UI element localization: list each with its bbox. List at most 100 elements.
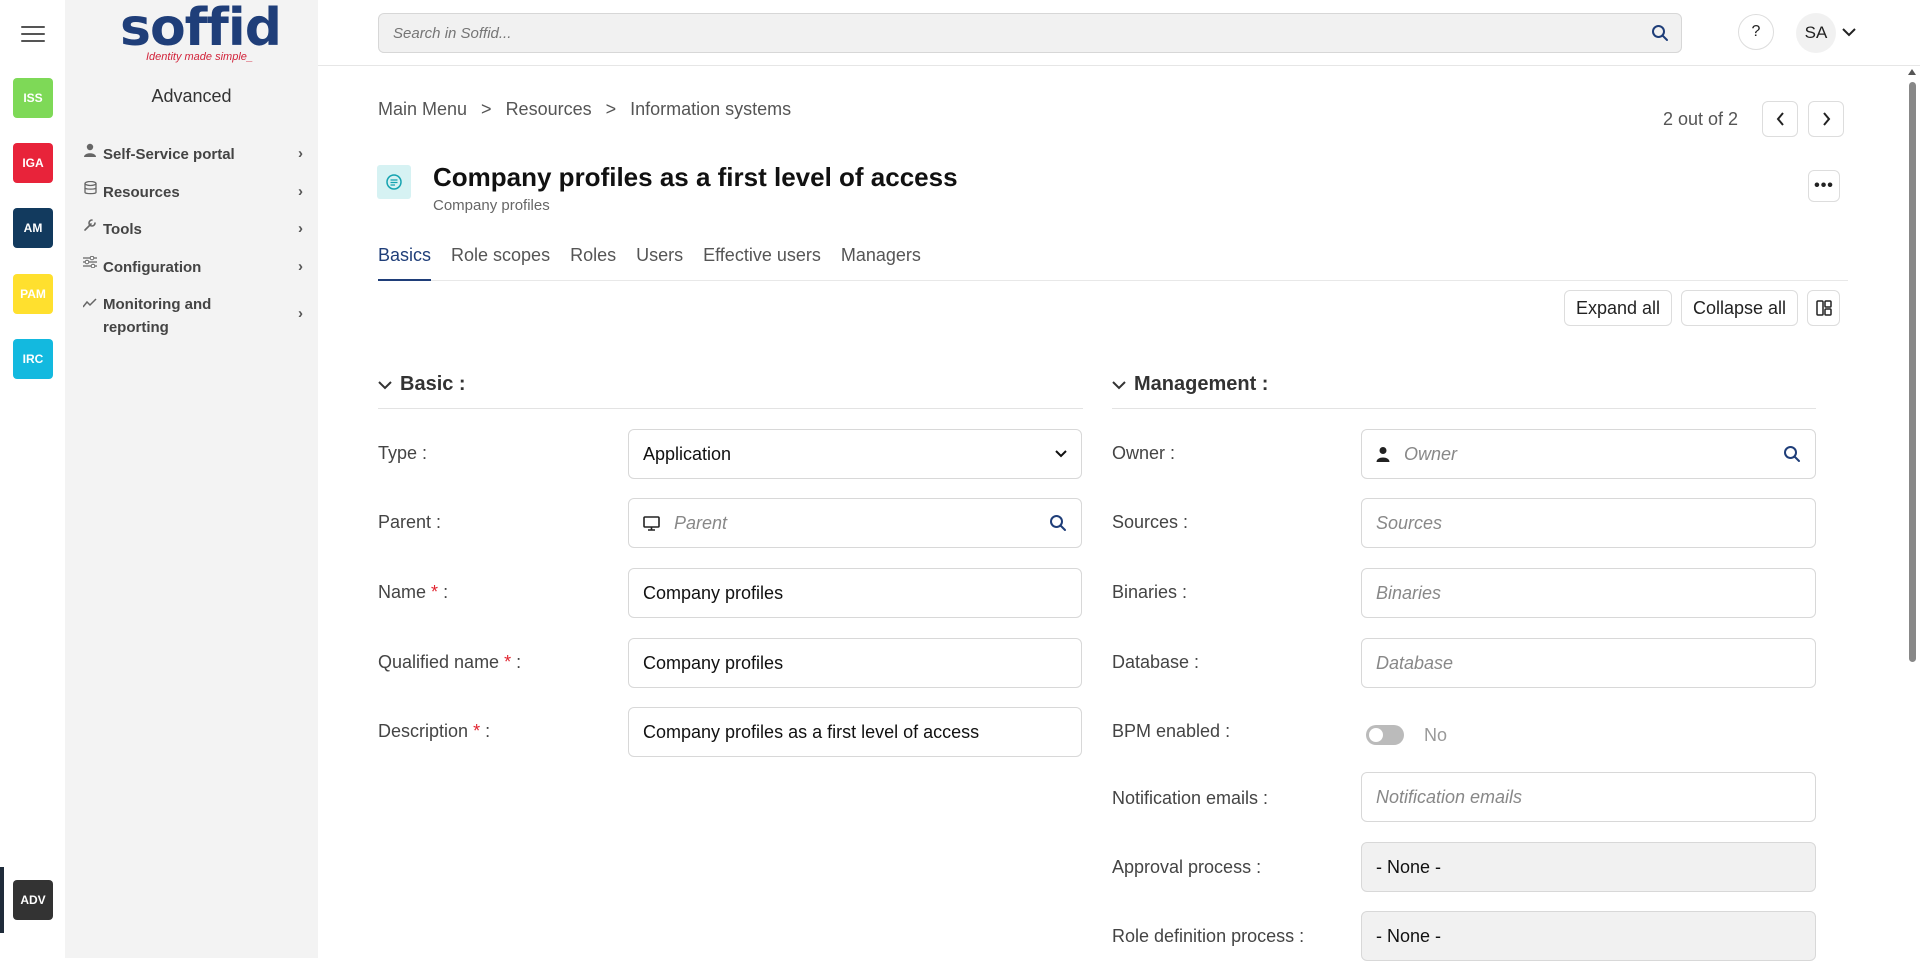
database-icon xyxy=(81,181,99,195)
app-iga-button[interactable]: IGA xyxy=(13,143,53,183)
owner-placeholder: Owner xyxy=(1404,443,1458,464)
type-value: Application xyxy=(643,443,732,464)
bpm-enabled-label: BPM enabled : xyxy=(1112,721,1231,741)
approval-process-select[interactable]: - None - xyxy=(1361,842,1816,892)
chevron-right-icon: › xyxy=(298,220,303,237)
tab-roles[interactable]: Roles xyxy=(570,245,616,281)
pager-count: 2 out of 2 xyxy=(1663,108,1739,129)
chevron-right-icon: › xyxy=(298,183,303,200)
breadcrumb-main-menu[interactable]: Main Menu xyxy=(378,99,467,120)
tab-managers[interactable]: Managers xyxy=(841,245,921,281)
help-button[interactable]: ? xyxy=(1738,14,1774,50)
chevron-right-icon: › xyxy=(298,145,303,162)
columns-layout-icon xyxy=(1815,300,1832,316)
app-iss-button[interactable]: ISS xyxy=(13,78,53,118)
previous-record-button[interactable] xyxy=(1762,101,1799,137)
sidebar-item-monitoring-and-reporting[interactable]: Monitoring and reporting › xyxy=(81,293,309,339)
information-system-icon xyxy=(377,165,411,199)
chevron-right-icon: › xyxy=(298,258,303,275)
layout-toggle-button[interactable] xyxy=(1807,290,1840,326)
database-label: Database : xyxy=(1112,652,1200,672)
tab-basics[interactable]: Basics xyxy=(378,245,432,281)
tab-users[interactable]: Users xyxy=(636,245,683,281)
sidebar-item-tools[interactable]: Tools › xyxy=(81,218,309,241)
sidebar-item-label: Configuration xyxy=(103,259,202,276)
breadcrumb-resources[interactable]: Resources xyxy=(506,99,592,120)
scroll-up-icon[interactable] xyxy=(1908,69,1916,75)
search-icon[interactable] xyxy=(1783,445,1801,463)
search-icon[interactable] xyxy=(1651,24,1669,47)
tab-role-scopes[interactable]: Role scopes xyxy=(451,245,550,281)
sidebar-item-self-service-portal[interactable]: Self-Service portal › xyxy=(81,143,309,166)
collapse-all-button[interactable]: Collapse all xyxy=(1681,290,1799,326)
sidebar-item-label: Tools xyxy=(103,221,142,238)
chevron-down-icon xyxy=(1842,24,1856,42)
sidebar-item-label: Resources xyxy=(103,184,180,201)
bpm-enabled-value: No xyxy=(1424,725,1448,745)
description-label: Description * : xyxy=(378,721,491,741)
breadcrumb-information-systems[interactable]: Information systems xyxy=(630,99,791,120)
binaries-input[interactable]: Binaries xyxy=(1361,568,1816,618)
sidebar-item-label: Self-Service portal xyxy=(103,146,235,163)
role-definition-process-select[interactable]: - None - xyxy=(1361,911,1816,961)
person-icon xyxy=(81,143,99,157)
sidebar-section-title: Advanced xyxy=(151,86,232,106)
bpm-enabled-toggle[interactable] xyxy=(1366,725,1404,745)
parent-label: Parent : xyxy=(378,512,442,532)
app-irc-button[interactable]: IRC xyxy=(13,339,53,379)
owner-field[interactable]: Owner xyxy=(1361,429,1816,479)
page-subtitle: Company profiles xyxy=(433,197,550,214)
description-input[interactable]: Company profiles as a first level of acc… xyxy=(628,707,1082,757)
app-rail: ISS IGA AM PAM IRC ADV xyxy=(0,0,65,958)
monitor-icon xyxy=(643,515,660,531)
description-value: Company profiles as a first level of acc… xyxy=(643,721,980,742)
sources-label: Sources : xyxy=(1112,512,1189,532)
scrollbar-thumb[interactable] xyxy=(1909,82,1916,662)
search-input[interactable] xyxy=(393,14,1633,52)
binaries-placeholder: Binaries xyxy=(1376,582,1442,603)
page-scrollbar[interactable] xyxy=(1904,66,1920,958)
binaries-label: Binaries : xyxy=(1112,582,1188,602)
name-value: Company profiles xyxy=(643,582,784,603)
avatar: SA xyxy=(1796,13,1836,53)
logo-wordmark: soffid xyxy=(120,0,282,58)
notification-emails-input[interactable]: Notification emails xyxy=(1361,772,1816,822)
sidebar-item-configuration[interactable]: Configuration › xyxy=(81,256,309,279)
breadcrumb-separator: > xyxy=(605,99,617,119)
sources-input[interactable]: Sources xyxy=(1361,498,1816,548)
hamburger-menu-icon[interactable] xyxy=(21,26,45,44)
type-select[interactable]: Application xyxy=(628,429,1082,479)
management-section-header[interactable]: Management : xyxy=(1112,366,1816,409)
next-record-button[interactable] xyxy=(1808,101,1845,137)
role-definition-process-label: Role definition process : xyxy=(1112,926,1305,946)
database-placeholder: Database xyxy=(1376,652,1454,673)
tab-effective-users[interactable]: Effective users xyxy=(703,245,821,281)
search-icon[interactable] xyxy=(1049,514,1067,532)
owner-label: Owner : xyxy=(1112,443,1176,463)
parent-field[interactable]: Parent xyxy=(628,498,1082,548)
tab-bar: Basics Role scopes Roles Users Effective… xyxy=(378,245,1848,281)
soffid-logo[interactable]: soffid Identity made simple_ xyxy=(120,0,282,66)
chevron-down-icon xyxy=(1112,373,1126,396)
app-pam-button[interactable]: PAM xyxy=(13,274,53,314)
top-bar: ? SA xyxy=(318,0,1920,66)
database-input[interactable]: Database xyxy=(1361,638,1816,688)
sidebar-item-resources[interactable]: Resources › xyxy=(81,181,309,204)
app-adv-button[interactable]: ADV xyxy=(13,880,53,920)
more-options-button[interactable]: ••• xyxy=(1808,170,1840,202)
role-definition-process-value: - None - xyxy=(1376,925,1442,946)
logo-tagline: Identity made simple_ xyxy=(146,51,253,63)
qualified-name-input[interactable]: Company profiles xyxy=(628,638,1082,688)
type-label: Type : xyxy=(378,443,428,463)
app-am-button[interactable]: AM xyxy=(13,208,53,248)
notification-emails-placeholder: Notification emails xyxy=(1376,786,1523,807)
basic-section-header[interactable]: Basic : xyxy=(378,366,1083,409)
expand-all-button[interactable]: Expand all xyxy=(1564,290,1673,326)
chevron-left-icon xyxy=(1776,112,1784,126)
user-menu-button[interactable]: SA xyxy=(1796,13,1856,53)
qualified-name-label: Qualified name * : xyxy=(378,652,522,672)
parent-placeholder: Parent xyxy=(674,512,728,533)
section-title: Management : xyxy=(1134,372,1269,395)
name-input[interactable]: Company profiles xyxy=(628,568,1082,618)
wrench-icon xyxy=(81,218,99,232)
